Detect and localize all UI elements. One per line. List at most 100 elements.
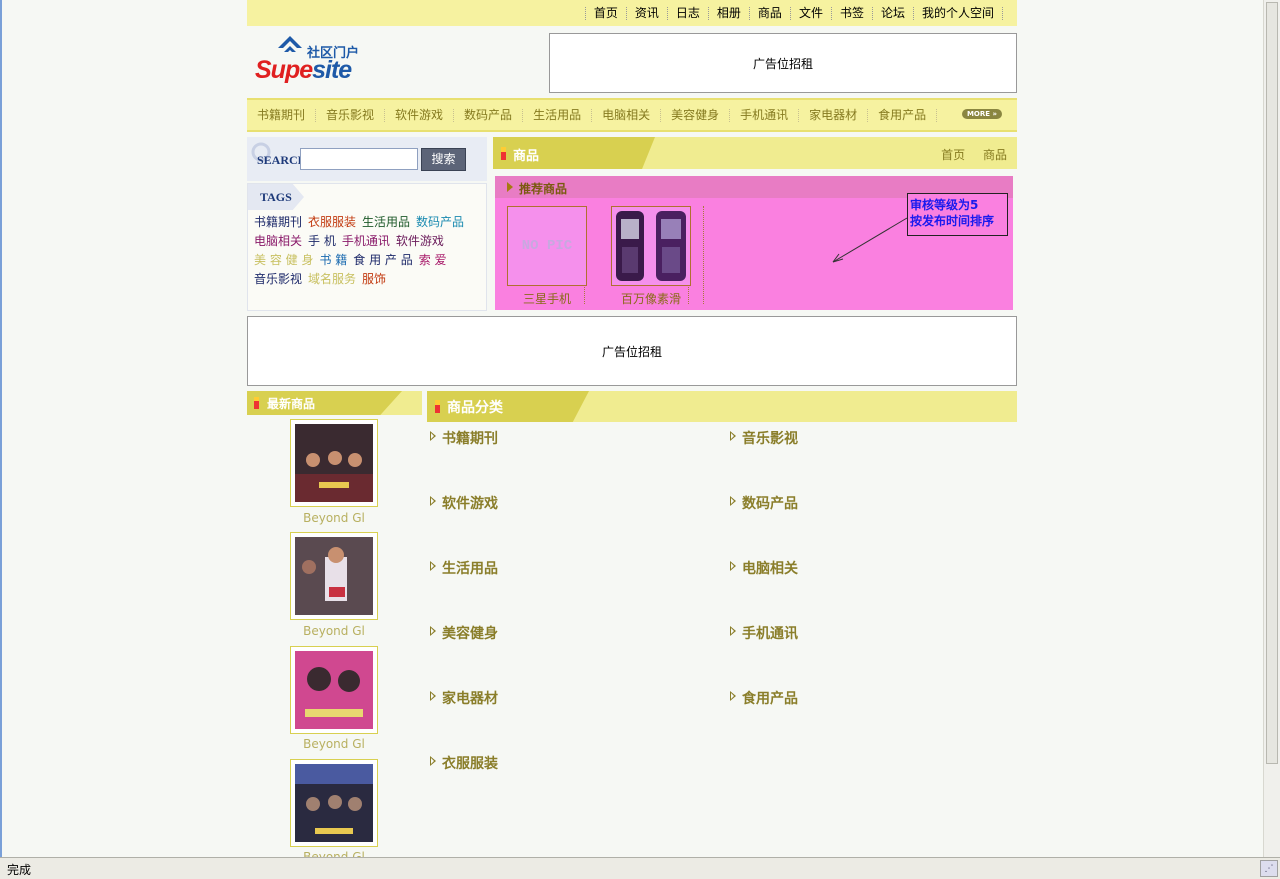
latest-item-thumbnail[interactable]	[290, 759, 378, 847]
latest-header: 最新商品	[247, 391, 422, 415]
latest-item-thumbnail[interactable]	[290, 419, 378, 507]
breadcrumb-goods[interactable]: 商品	[983, 148, 1007, 162]
tag-link[interactable]: 软件游戏	[396, 234, 444, 248]
no-pic-placeholder[interactable]: NO PIC	[507, 206, 587, 286]
category-link[interactable]: 衣服服装	[430, 753, 498, 773]
category-link[interactable]: 音乐影视	[730, 428, 798, 448]
category-link[interactable]: 电脑相关	[730, 558, 798, 578]
tags-title: TAGS	[248, 184, 304, 210]
tag-link[interactable]: 音乐影视	[254, 272, 302, 286]
status-text: 完成	[7, 863, 32, 877]
categories-title: 商品分类	[447, 400, 503, 416]
topnav-item[interactable]: 我的个人空间	[912, 6, 1003, 20]
category-bar-item[interactable]: 数码产品	[464, 108, 524, 122]
tag-link[interactable]: 书籍期刊	[254, 215, 302, 229]
annotation-note: 审核等级为5 按发布时间排序	[907, 193, 1008, 236]
category-bar-item[interactable]: 软件游戏	[395, 108, 455, 122]
vertical-scrollbar[interactable]	[1263, 0, 1280, 857]
category-link[interactable]: 食用产品	[730, 688, 798, 708]
breadcrumb: 首页 商品	[927, 146, 1007, 163]
topnav-item[interactable]: 论坛	[871, 6, 913, 20]
tag-link[interactable]: 衣服服装	[308, 215, 356, 229]
chevron-right-icon	[507, 182, 513, 192]
tag-link[interactable]: 服饰	[362, 272, 386, 286]
latest-item-caption[interactable]: Beyond Gl	[277, 737, 391, 751]
logo-en-text: Supesite	[255, 56, 352, 84]
tag-link[interactable]: 美 容 健 身	[254, 253, 313, 267]
logo-house-icon	[278, 36, 302, 52]
tag-link[interactable]: 域名服务	[308, 272, 356, 286]
recommended-item[interactable]: 百万像素滑	[599, 206, 691, 306]
tag-link[interactable]: 食 用 产 品	[353, 253, 412, 267]
topnav-item[interactable]: 资讯	[625, 6, 667, 20]
category-bar-item[interactable]: 家电器材	[809, 108, 869, 122]
window-left-edge	[0, 0, 2, 857]
search-input[interactable]	[300, 148, 418, 170]
tag-link[interactable]: 电脑相关	[254, 234, 302, 248]
middle-ad-banner[interactable]: 广告位招租	[247, 316, 1017, 386]
tag-link[interactable]: 手机通讯	[342, 234, 390, 248]
topnav-item[interactable]: 相册	[707, 6, 749, 20]
site-header: 社区门户 Supesite 广告位招租	[247, 26, 1017, 98]
category-bar-item[interactable]: 美容健身	[671, 108, 731, 122]
topnav-item[interactable]: 日志	[666, 6, 708, 20]
phone-thumbnail[interactable]	[611, 206, 691, 286]
photo-thumbnail-icon	[295, 424, 373, 502]
search-box: SEARCH 搜索	[247, 137, 487, 181]
recommended-title: 推荐商品	[519, 182, 568, 196]
photo-thumbnail-icon	[295, 651, 373, 729]
bar-marker-icon	[501, 147, 506, 160]
top-navigation: 首页 资讯 日志 相册 商品 文件 书签 论坛 我的个人空间	[247, 0, 1017, 26]
category-link[interactable]: 生活用品	[430, 558, 498, 578]
tag-link[interactable]: 手 机	[308, 234, 336, 248]
recommended-item[interactable]: NO PIC 三星手机	[495, 206, 587, 306]
tag-link[interactable]: 数码产品	[416, 215, 464, 229]
category-bar-item[interactable]: 生活用品	[533, 108, 593, 122]
tags-box: TAGS 书籍期刊 衣服服装 生活用品 数码产品电脑相关手 机手机通讯 软件游戏美 容 …	[247, 183, 487, 311]
goods-tab: 商品	[493, 137, 655, 169]
recommended-divider	[703, 206, 723, 304]
category-bar-item[interactable]: 电脑相关	[602, 108, 662, 122]
category-bar-item[interactable]: 食用产品	[878, 108, 938, 122]
latest-title: 最新商品	[267, 397, 316, 411]
more-button[interactable]: MORE »	[962, 109, 1002, 119]
breadcrumb-home[interactable]: 首页	[941, 148, 965, 162]
category-bar-item[interactable]: 书籍期刊	[257, 108, 317, 122]
category-bar-item[interactable]: 音乐影视	[326, 108, 386, 122]
latest-item-caption[interactable]: Beyond Gl	[277, 850, 391, 857]
search-button[interactable]: 搜索	[421, 148, 466, 171]
top-ad-banner[interactable]: 广告位招租	[549, 33, 1017, 93]
site-logo[interactable]: 社区门户 Supesite	[255, 34, 367, 90]
latest-item-thumbnail[interactable]	[290, 532, 378, 620]
item-caption[interactable]: 三星手机	[495, 290, 599, 307]
goods-header: 商品 首页 商品	[493, 137, 1017, 169]
annotation-arrow-icon	[832, 217, 908, 263]
category-bar-item[interactable]: 手机通讯	[740, 108, 800, 122]
topnav-item[interactable]: 书签	[830, 6, 872, 20]
topnav-item[interactable]: 文件	[789, 6, 831, 20]
topnav-item[interactable]: 商品	[748, 6, 790, 20]
topnav-item[interactable]: 首页	[584, 6, 626, 20]
category-link[interactable]: 美容健身	[430, 623, 498, 643]
latest-item-caption[interactable]: Beyond Gl	[277, 511, 391, 525]
category-link[interactable]: 家电器材	[430, 688, 498, 708]
category-link[interactable]: 书籍期刊	[430, 428, 498, 448]
scrollbar-thumb[interactable]	[1266, 2, 1278, 764]
categories-header: 商品分类	[427, 391, 1017, 422]
item-caption[interactable]: 百万像素滑	[599, 290, 703, 307]
tags-list: 书籍期刊 衣服服装 生活用品 数码产品电脑相关手 机手机通讯 软件游戏美 容 健 身书 …	[254, 213, 484, 289]
category-bar: 书籍期刊 音乐影视 软件游戏 数码产品 生活用品 电脑相关 美容健身 手机通讯 家电器材 食用产品…	[247, 98, 1017, 132]
category-link[interactable]: 数码产品	[730, 493, 798, 513]
latest-item-thumbnail[interactable]	[290, 646, 378, 734]
latest-item-caption[interactable]: Beyond Gl	[277, 624, 391, 638]
bar-marker-icon	[254, 397, 259, 409]
tag-link[interactable]: 书 籍	[319, 253, 347, 267]
photo-thumbnail-icon	[295, 764, 373, 842]
bar-marker-icon	[435, 400, 440, 413]
resize-grip-icon[interactable]: ⋰	[1260, 860, 1278, 877]
goods-title: 商品	[513, 149, 540, 164]
tag-link[interactable]: 生活用品	[362, 215, 410, 229]
category-link[interactable]: 软件游戏	[430, 493, 498, 513]
tag-link[interactable]: 索 爱	[419, 253, 447, 267]
category-link[interactable]: 手机通讯	[730, 623, 798, 643]
